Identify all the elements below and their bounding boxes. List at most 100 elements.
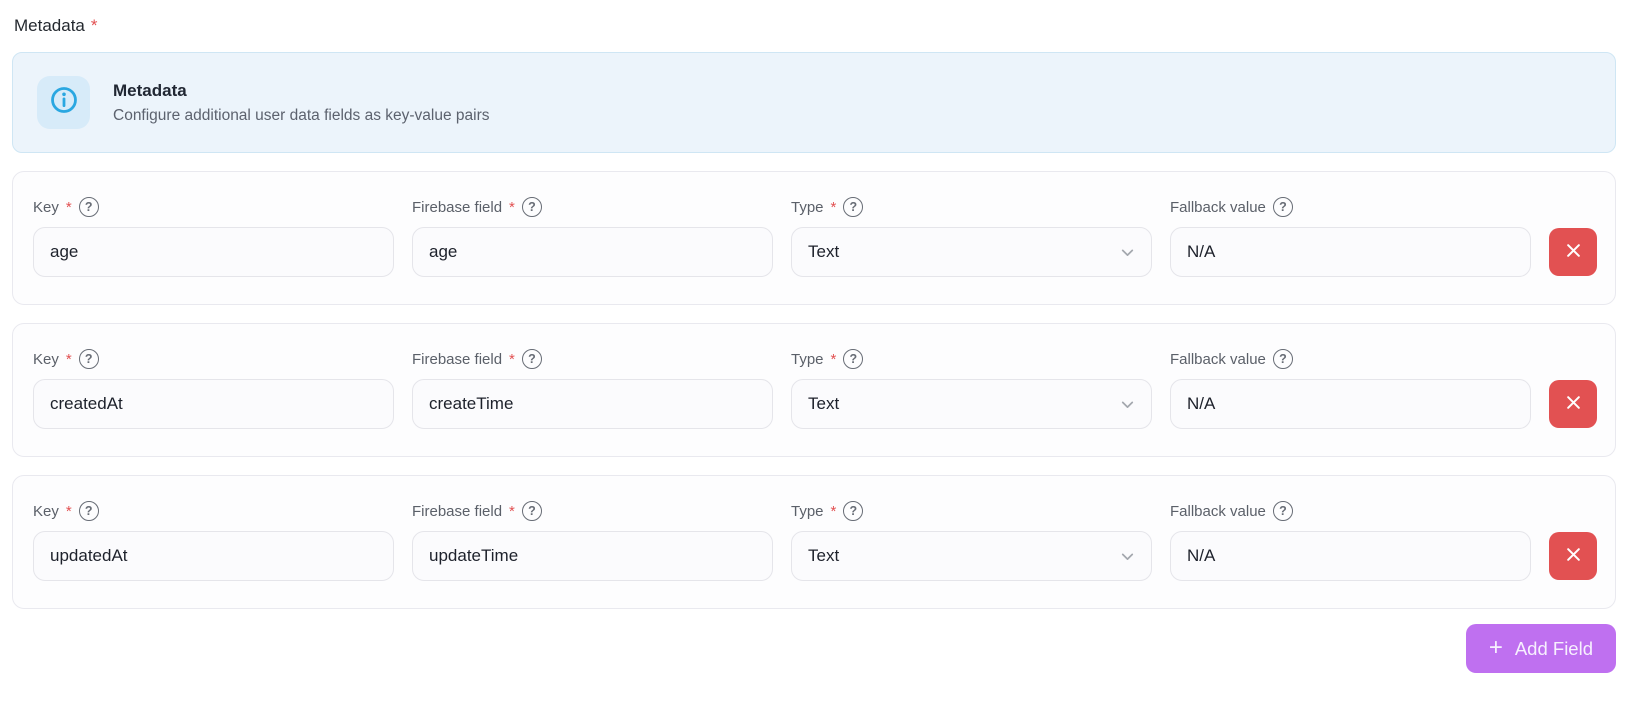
delete-row-button[interactable] xyxy=(1549,228,1597,276)
required-asterisk: * xyxy=(509,350,515,368)
type-select-value: Text xyxy=(808,546,840,565)
metadata-form: Metadata * Metadata Configure additional… xyxy=(0,0,1633,673)
fallback-label-row: Fallback value ? xyxy=(1170,197,1531,217)
add-field-button[interactable]: + Add Field xyxy=(1465,624,1616,673)
info-icon xyxy=(48,84,80,121)
fallback-label-row: Fallback value ? xyxy=(1170,501,1531,521)
fallback-label: Fallback value xyxy=(1170,198,1266,216)
type-select[interactable]: Text xyxy=(791,227,1152,277)
key-label-row: Key * ? xyxy=(33,349,394,369)
type-select[interactable]: Text xyxy=(791,379,1152,429)
info-banner-description: Configure additional user data fields as… xyxy=(113,106,490,124)
required-asterisk: * xyxy=(509,502,515,520)
firebase-field-label: Firebase field xyxy=(412,502,503,520)
form-footer: + Add Field xyxy=(12,624,1616,673)
chevron-down-icon xyxy=(1119,548,1136,565)
add-field-button-label: Add Field xyxy=(1514,637,1593,659)
type-label-row: Type * ? xyxy=(791,349,1152,369)
key-column: Key * ? xyxy=(33,349,394,429)
help-icon[interactable]: ? xyxy=(843,349,864,369)
fallback-input[interactable] xyxy=(1170,379,1531,429)
required-asterisk: * xyxy=(65,350,72,368)
fallback-column: Fallback value ? xyxy=(1170,197,1531,277)
help-icon[interactable]: ? xyxy=(521,349,542,369)
firebase-field-label: Firebase field xyxy=(412,198,503,216)
page-title: Metadata * xyxy=(12,12,1616,36)
type-column: Type * ? Text xyxy=(791,501,1152,581)
delete-row-button[interactable] xyxy=(1549,532,1597,580)
key-label: Key xyxy=(33,198,59,216)
firebase-field-column: Firebase field * ? xyxy=(412,197,773,277)
chevron-down-icon xyxy=(1119,244,1136,261)
firebase-field-label-row: Firebase field * ? xyxy=(412,501,773,521)
field-heading-label: Metadata xyxy=(14,16,85,35)
required-asterisk: * xyxy=(830,502,837,520)
key-label-row: Key * ? xyxy=(33,501,394,521)
fallback-label: Fallback value xyxy=(1170,502,1266,520)
type-select[interactable]: Text xyxy=(791,531,1152,581)
type-select-value: Text xyxy=(808,394,840,413)
close-icon xyxy=(1564,241,1583,263)
help-icon[interactable]: ? xyxy=(843,197,864,217)
fallback-column: Fallback value ? xyxy=(1170,501,1531,581)
type-column: Type * ? Text xyxy=(791,197,1152,277)
table-row: Key * ? Firebase field * ? Type * ? xyxy=(33,349,1597,429)
firebase-field-label-row: Firebase field * ? xyxy=(412,349,773,369)
help-icon[interactable]: ? xyxy=(78,197,99,217)
fallback-column: Fallback value ? xyxy=(1170,349,1531,429)
metadata-row-card: Key * ? Firebase field * ? Type * ? xyxy=(12,475,1616,609)
info-banner-title: Metadata xyxy=(113,80,187,100)
close-icon xyxy=(1564,393,1583,415)
key-label: Key xyxy=(33,502,59,520)
key-column: Key * ? xyxy=(33,197,394,277)
key-input[interactable] xyxy=(33,379,394,429)
info-banner-text: Metadata Configure additional user data … xyxy=(113,81,490,125)
help-icon[interactable]: ? xyxy=(78,349,99,369)
table-row: Key * ? Firebase field * ? Type * ? xyxy=(33,501,1597,581)
firebase-field-input[interactable] xyxy=(412,379,773,429)
metadata-row-card: Key * ? Firebase field * ? Type * ? xyxy=(12,323,1616,457)
key-column: Key * ? xyxy=(33,501,394,581)
help-icon[interactable]: ? xyxy=(521,197,542,217)
info-icon-chip xyxy=(37,76,90,129)
help-icon[interactable]: ? xyxy=(78,501,99,521)
fallback-label-row: Fallback value ? xyxy=(1170,349,1531,369)
firebase-field-input[interactable] xyxy=(412,227,773,277)
type-label: Type xyxy=(791,502,824,520)
close-icon xyxy=(1564,545,1583,567)
key-label-row: Key * ? xyxy=(33,197,394,217)
help-icon[interactable]: ? xyxy=(843,501,864,521)
help-icon[interactable]: ? xyxy=(1272,349,1293,369)
key-label: Key xyxy=(33,350,59,368)
type-label: Type xyxy=(791,198,824,216)
required-asterisk: * xyxy=(90,16,98,35)
key-input[interactable] xyxy=(33,227,394,277)
required-asterisk: * xyxy=(830,198,837,216)
metadata-row-card: Key * ? Firebase field * ? Type * ? xyxy=(12,171,1616,305)
required-asterisk: * xyxy=(509,198,515,216)
info-banner: Metadata Configure additional user data … xyxy=(12,52,1616,153)
key-input[interactable] xyxy=(33,531,394,581)
chevron-down-icon xyxy=(1119,396,1136,413)
plus-icon: + xyxy=(1488,633,1503,661)
firebase-field-input[interactable] xyxy=(412,531,773,581)
type-label-row: Type * ? xyxy=(791,501,1152,521)
required-asterisk: * xyxy=(830,350,837,368)
type-column: Type * ? Text xyxy=(791,349,1152,429)
delete-row-button[interactable] xyxy=(1549,380,1597,428)
firebase-field-label-row: Firebase field * ? xyxy=(412,197,773,217)
firebase-field-column: Firebase field * ? xyxy=(412,349,773,429)
help-icon[interactable]: ? xyxy=(1272,501,1293,521)
help-icon[interactable]: ? xyxy=(1272,197,1293,217)
firebase-field-label: Firebase field xyxy=(412,350,503,368)
fallback-input[interactable] xyxy=(1170,227,1531,277)
help-icon[interactable]: ? xyxy=(521,501,542,521)
required-asterisk: * xyxy=(65,502,72,520)
required-asterisk: * xyxy=(65,198,72,216)
table-row: Key * ? Firebase field * ? Type * ? xyxy=(33,197,1597,277)
type-select-value: Text xyxy=(808,242,840,261)
type-label: Type xyxy=(791,350,824,368)
fallback-label: Fallback value xyxy=(1170,350,1266,368)
type-label-row: Type * ? xyxy=(791,197,1152,217)
fallback-input[interactable] xyxy=(1170,531,1531,581)
